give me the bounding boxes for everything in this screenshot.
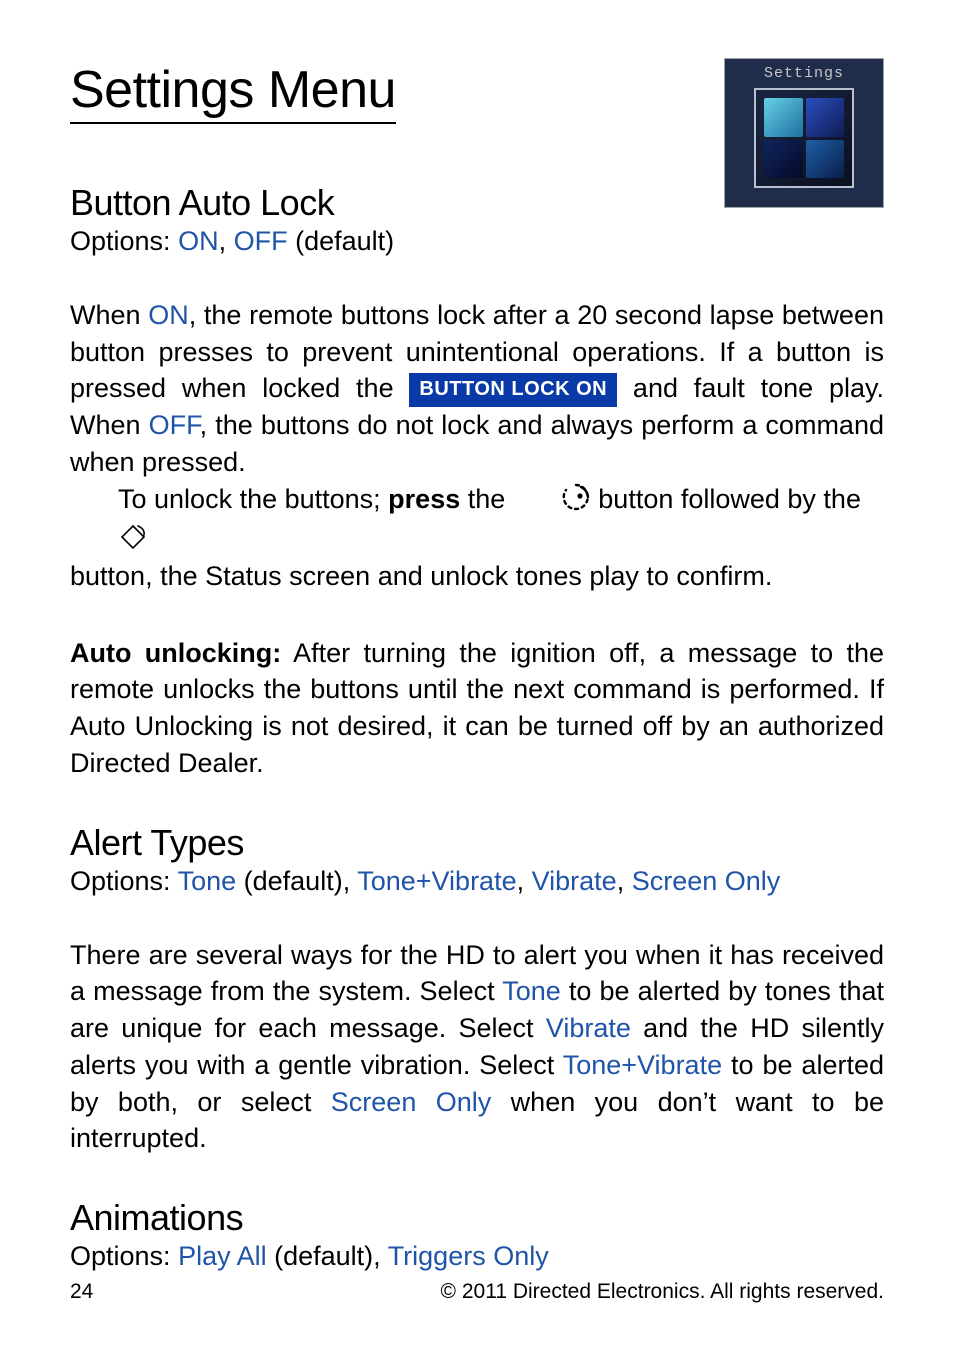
page: Settings Menu Settings Button Auto Lock … bbox=[0, 0, 954, 1359]
paragraph: To unlock the buttons; press the button … bbox=[70, 481, 884, 562]
text: To unlock the buttons; bbox=[118, 484, 388, 514]
auto-unlocking-label: Auto unlocking: bbox=[70, 638, 281, 668]
dial-icon bbox=[513, 482, 591, 522]
pane-icon bbox=[764, 98, 803, 137]
paragraph: Auto unlocking: After turning the igniti… bbox=[70, 635, 884, 782]
options-line: Options: ON, OFF (default) bbox=[70, 226, 884, 257]
text: , bbox=[517, 866, 532, 896]
inline-vibrate: Vibrate bbox=[546, 1013, 631, 1043]
option-play-all: Play All bbox=[178, 1241, 267, 1271]
pane-icon bbox=[764, 140, 803, 179]
settings-thumbnail: Settings bbox=[724, 58, 884, 208]
paragraph: There are several ways for the HD to ale… bbox=[70, 937, 884, 1157]
page-number: 24 bbox=[70, 1280, 93, 1304]
option-tone: Tone bbox=[178, 866, 237, 896]
default-suffix: (default) bbox=[288, 226, 395, 256]
option-off: OFF bbox=[234, 226, 288, 256]
page-title-text: Settings Menu bbox=[70, 61, 396, 119]
section-heading-animations: Animations bbox=[70, 1197, 884, 1239]
footer: 24 © 2011 Directed Electronics. All righ… bbox=[70, 1280, 884, 1304]
copyright: © 2011 Directed Electronics. All rights … bbox=[441, 1280, 884, 1304]
button-lock-on-badge: BUTTON LOCK ON bbox=[409, 373, 617, 406]
option-screen-only: Screen Only bbox=[632, 866, 781, 896]
option-tone-vibrate: Tone+Vibrate bbox=[357, 866, 516, 896]
text: button, the Status screen and unlock ton… bbox=[70, 561, 772, 591]
options-label: Options: bbox=[70, 1241, 178, 1271]
inline-on: ON bbox=[148, 300, 189, 330]
pane-icon bbox=[806, 98, 845, 137]
options-label: Options: bbox=[70, 226, 178, 256]
inline-tone-vibrate: Tone+Vibrate bbox=[563, 1050, 722, 1080]
page-title: Settings Menu bbox=[70, 60, 396, 124]
text: (default), bbox=[267, 1241, 388, 1271]
options-line: Options: Play All (default), Triggers On… bbox=[70, 1241, 884, 1272]
text: When bbox=[70, 300, 148, 330]
inline-screen-only: Screen Only bbox=[331, 1087, 491, 1117]
thumbnail-label: Settings bbox=[764, 65, 844, 82]
paragraph: When ON, the remote buttons lock after a… bbox=[70, 297, 884, 481]
inline-off: OFF bbox=[149, 410, 200, 440]
diamond-icon bbox=[70, 522, 148, 562]
option-on: ON bbox=[178, 226, 219, 256]
text: (default), bbox=[236, 866, 357, 896]
settings-icon bbox=[754, 88, 854, 188]
section-heading-alert-types: Alert Types bbox=[70, 822, 884, 864]
pane-icon bbox=[806, 140, 845, 179]
paragraph: button, the Status screen and unlock ton… bbox=[70, 558, 884, 595]
options-line: Options: Tone (default), Tone+Vibrate, V… bbox=[70, 866, 884, 897]
option-vibrate: Vibrate bbox=[532, 866, 617, 896]
inline-tone: Tone bbox=[502, 976, 561, 1006]
text: button followed by the bbox=[591, 484, 861, 514]
text: , bbox=[617, 866, 632, 896]
text: the bbox=[460, 484, 513, 514]
option-triggers-only: Triggers Only bbox=[388, 1241, 549, 1271]
options-label: Options: bbox=[70, 866, 178, 896]
press-label: press bbox=[388, 484, 460, 514]
